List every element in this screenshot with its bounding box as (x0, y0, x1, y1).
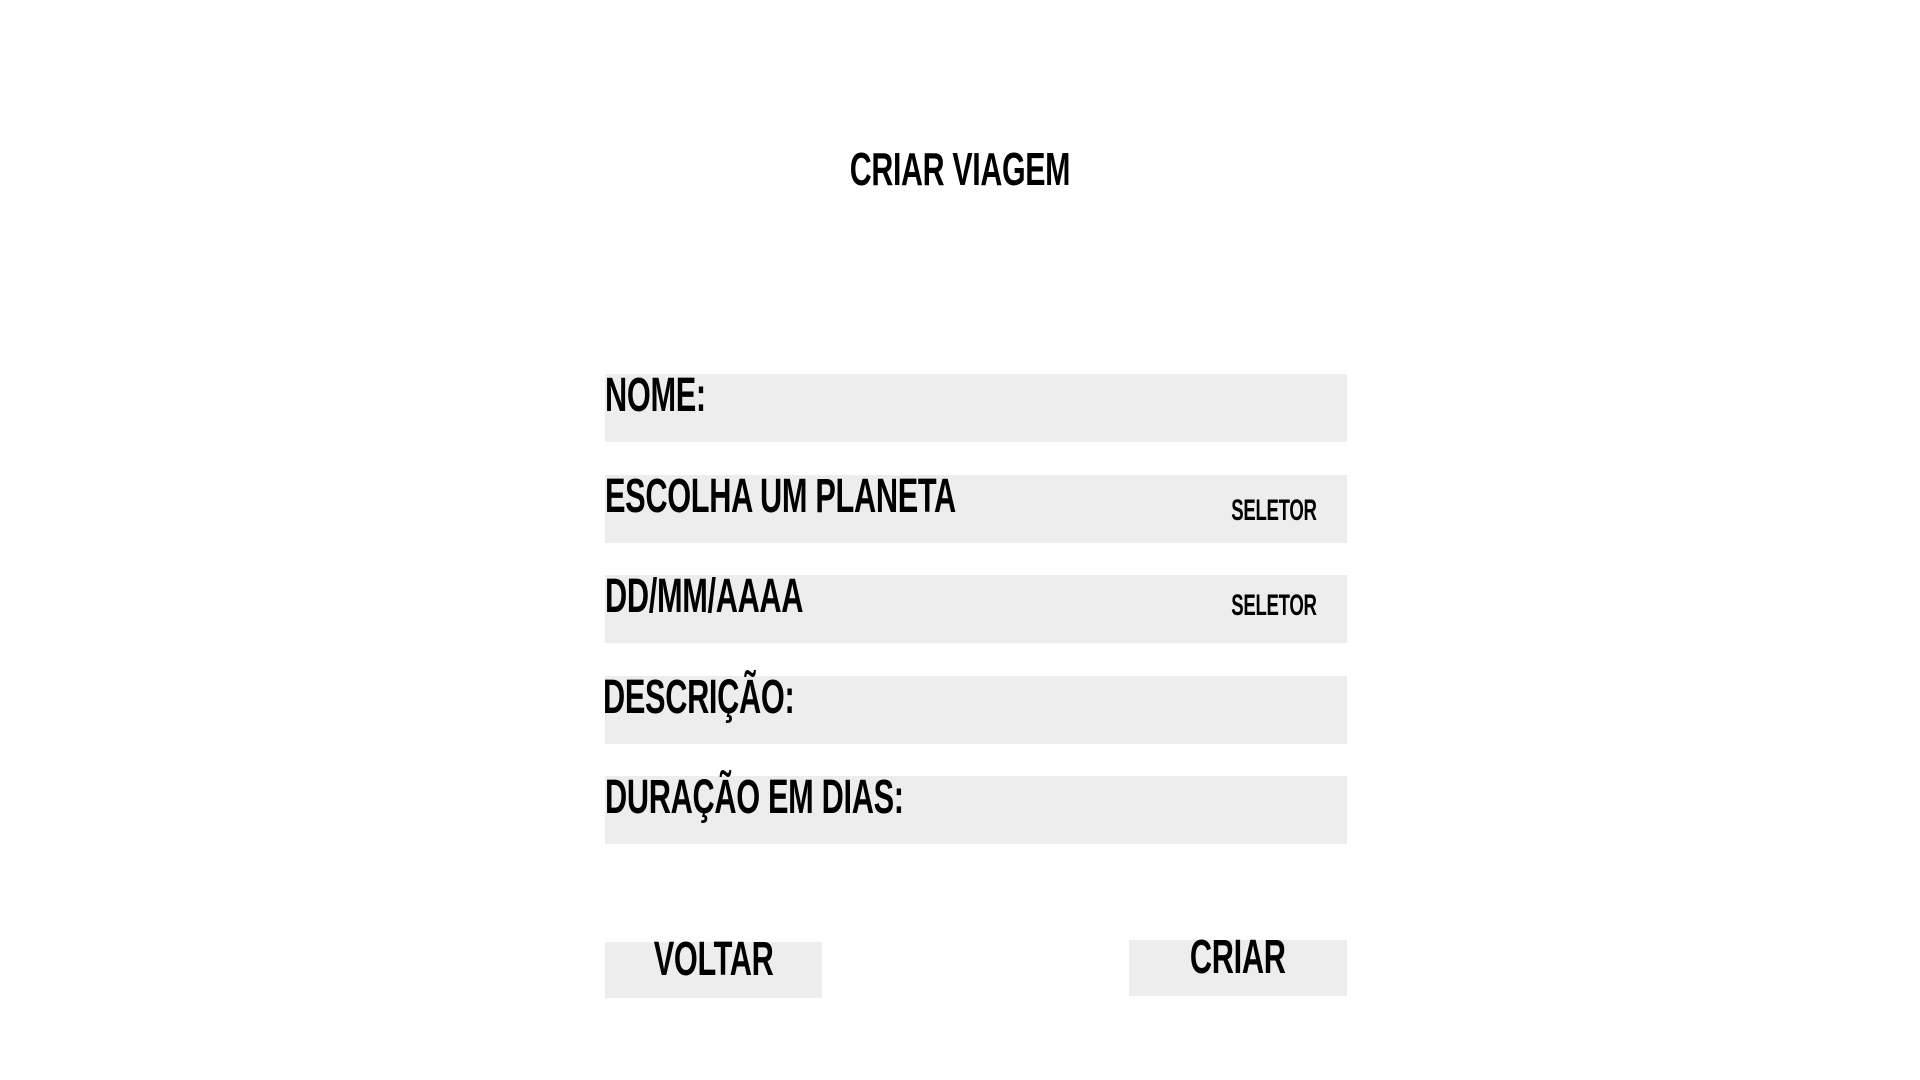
back-button[interactable]: VOLTAR (605, 933, 822, 998)
page-title-text: CRIAR VIAGEM (849, 143, 1071, 195)
planeta-label: ESCOLHA UM PLANETA (605, 469, 1153, 524)
duracao-label-text: DURAÇÃO EM DIAS: (605, 771, 904, 824)
descricao-label-text: DESCRIÇÃO: (603, 671, 795, 724)
planeta-field-row: ESCOLHA UM PLANETA SELETOR (605, 470, 1347, 543)
descricao-field-row: DESCRIÇÃO: (603, 671, 1347, 744)
duracao-field-row: DURAÇÃO EM DIAS: (605, 771, 1347, 844)
planeta-label-text: ESCOLHA UM PLANETA (605, 470, 956, 523)
date-label: DD/MM/AAAA (605, 569, 915, 624)
descricao-label: DESCRIÇÃO: (603, 670, 902, 725)
nome-label-text: NOME: (605, 369, 706, 422)
create-button-label: CRIAR (1190, 931, 1286, 984)
data-field-row: DD/MM/AAAA SELETOR (605, 570, 1347, 643)
date-selector-text: SELETOR (1231, 589, 1318, 622)
date-label-text: DD/MM/AAAA (605, 570, 804, 623)
back-button-label: VOLTAR (653, 933, 774, 986)
page-title: CRIAR VIAGEM (0, 142, 1920, 196)
nome-label: NOME: (605, 368, 762, 423)
duracao-label: DURAÇÃO EM DIAS: (605, 770, 1072, 825)
create-button[interactable]: CRIAR (1129, 931, 1347, 996)
date-selector-button[interactable]: SELETOR (1179, 589, 1318, 623)
nome-field-row: NOME: (605, 369, 1347, 442)
planeta-selector-button[interactable]: SELETOR (1179, 494, 1318, 528)
planeta-selector-text: SELETOR (1231, 494, 1318, 527)
